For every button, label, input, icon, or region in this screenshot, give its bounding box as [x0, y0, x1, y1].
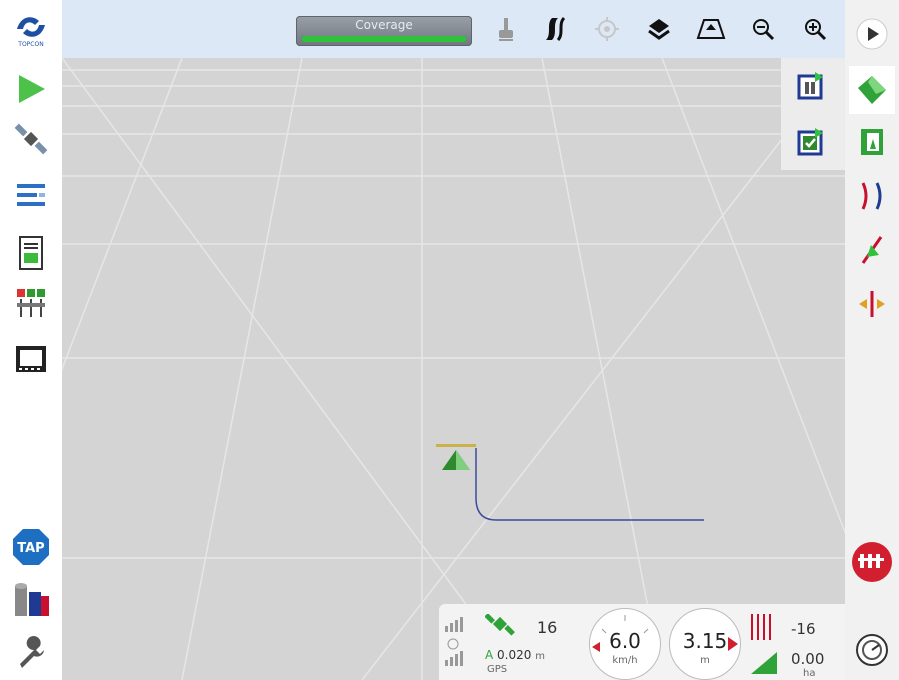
- status-panel: 16 A 0.020 m GPS 6.0 km/h 3.15 m -16 0.0…: [439, 604, 845, 680]
- gauge-round-icon[interactable]: [849, 628, 895, 672]
- grid-lines: [62, 58, 845, 680]
- confirm-task-icon[interactable]: [797, 128, 825, 160]
- coverage-progress-track: [302, 36, 466, 42]
- zoom-in-icon[interactable]: [800, 14, 830, 44]
- console-icon[interactable]: [10, 232, 52, 274]
- arrow-right-icon[interactable]: [849, 12, 895, 56]
- zoom-out-icon[interactable]: [748, 14, 778, 44]
- logo-text: TOPCON: [17, 41, 43, 48]
- road-curves-icon[interactable]: [540, 14, 570, 44]
- area-value: 0.00: [791, 650, 825, 668]
- offset-value: -16: [791, 620, 816, 638]
- video-icon[interactable]: [10, 338, 52, 380]
- area-unit: ha: [803, 668, 816, 679]
- satellite-count-icon: [484, 613, 515, 640]
- satellite-count: 16: [537, 618, 558, 637]
- field-book-icon[interactable]: [849, 120, 895, 164]
- perspective-icon[interactable]: [696, 14, 726, 44]
- coverage-label: Coverage: [355, 18, 413, 32]
- implement-red-icon[interactable]: [849, 540, 895, 584]
- layers-icon[interactable]: [644, 14, 674, 44]
- topcon-logo: TOPCON: [10, 8, 52, 50]
- satellite-icon[interactable]: [10, 118, 52, 160]
- tanks-icon[interactable]: [10, 580, 52, 622]
- speed-unit: km/h: [612, 655, 638, 666]
- left-sidebar: TOPCON TAP: [0, 0, 62, 680]
- gps-source: GPS: [487, 664, 508, 675]
- distance-unit: m: [700, 655, 710, 666]
- sections-icon[interactable]: [10, 282, 52, 324]
- speed-gauge: 6.0 km/h: [589, 608, 661, 680]
- coverage-button[interactable]: Coverage: [296, 16, 472, 46]
- accuracy-unit: m: [535, 651, 545, 662]
- speed-value: 6.0: [609, 629, 641, 653]
- field-view[interactable]: [62, 58, 845, 680]
- signal-bars-icon: [445, 612, 469, 672]
- accuracy-value: 0.020: [497, 648, 532, 662]
- tap-icon[interactable]: TAP: [10, 526, 52, 568]
- section-bars-icon: [749, 612, 779, 680]
- vehicle-icon: [436, 444, 476, 478]
- coverage-progress-fill: [302, 36, 466, 42]
- guidance-lines-icon[interactable]: [849, 174, 895, 218]
- play-triangle-icon[interactable]: [10, 68, 52, 110]
- list-lines-icon[interactable]: [10, 174, 52, 216]
- distance-gauge: 3.15 m: [669, 608, 741, 680]
- field-tab-icon[interactable]: [849, 66, 895, 114]
- tap-label: TAP: [17, 541, 44, 556]
- target-icon[interactable]: [592, 14, 622, 44]
- nudge-icon[interactable]: [849, 282, 895, 326]
- distance-value: 3.15: [682, 629, 728, 653]
- hand-icon[interactable]: [491, 14, 521, 44]
- mini-panel: [781, 58, 845, 170]
- pause-logging-icon[interactable]: [797, 72, 825, 104]
- steering-icon[interactable]: [849, 228, 895, 272]
- wrench-icon[interactable]: [10, 632, 52, 674]
- accuracy-prefix: A: [485, 648, 494, 662]
